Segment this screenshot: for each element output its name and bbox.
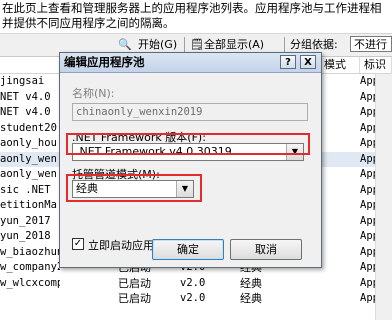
cell-name: jingsai <box>0 75 45 87</box>
edit-app-pool-dialog: 编辑应用程序池 ? X 名称(N): chinaonly_wenxin2019 … <box>59 52 322 268</box>
description-line-1: 在此页上查看和管理服务器上的应用程序池列表。应用程序池与工作进程相 <box>2 1 382 15</box>
autostart-checkbox[interactable]: ✓ <box>72 238 84 250</box>
binoculars-icon[interactable]: 🔍 <box>118 37 132 53</box>
cell-name: aonly_wen <box>0 168 57 180</box>
cell-status: 已启动 <box>118 292 151 305</box>
table-row[interactable]: w_wlcxcompany6已启动v2.0经典Applic <box>0 276 392 292</box>
cell-name: w_company2 <box>0 261 60 273</box>
table-row[interactable]: 已启动v2.0经典Applic <box>0 291 392 307</box>
description-line-2: 并提供不同应用程序之间的隔离。 <box>2 16 175 30</box>
cell-name: etitionMa <box>0 199 57 211</box>
column-header-mode[interactable]: 模式 <box>320 57 360 73</box>
cell-name: w_wlcxcompany6 <box>0 276 60 289</box>
show-all-button[interactable]: 🗒全部显示(A) <box>190 37 264 53</box>
close-button[interactable]: X <box>300 55 316 69</box>
help-button[interactable]: ? <box>280 55 296 69</box>
name-field: chinaonly_wenxin2019 <box>72 103 308 121</box>
toolbar-separator <box>284 37 285 53</box>
cell-name: w_biaozhun <box>0 245 60 258</box>
cell-name: NET v4.0 <box>0 106 51 118</box>
framework-highlight-box <box>66 133 310 155</box>
cancel-button[interactable]: 取消 <box>230 239 302 260</box>
dialog-titlebar: 编辑应用程序池 ? X <box>60 53 321 73</box>
name-label: 名称(N): <box>72 87 115 100</box>
start-filter-button[interactable]: 开始(G) <box>138 37 177 53</box>
group-by-label: 分组依据: <box>290 38 338 51</box>
toolbar-separator <box>184 37 185 53</box>
cell-version: v2.0 <box>180 292 206 304</box>
cell-name: aonly_hou <box>0 137 57 149</box>
cell-mode: 经典 <box>240 276 262 290</box>
cell-version: v2.0 <box>180 276 206 289</box>
ok-button[interactable]: 确定 <box>152 239 224 260</box>
show-all-label: 全部显示(A) <box>203 38 265 51</box>
page-description: 在此页上查看和管理服务器上的应用程序池列表。应用程序池与工作进程相 并提供不同应… <box>0 0 392 32</box>
cell-name: sic .NET <box>0 183 51 196</box>
pipeline-highlight-box <box>66 174 202 202</box>
cell-status: 已启动 <box>118 276 151 290</box>
cell-name: NET v4.0 <box>0 90 51 103</box>
show-all-icon: 🗒 <box>190 38 204 51</box>
dialog-title: 编辑应用程序池 <box>64 55 145 69</box>
cell-name: yun_2017 <box>0 214 51 227</box>
cell-name: yun_2018 <box>0 230 51 242</box>
cell-name: aonly_wen <box>0 152 57 165</box>
group-by-select[interactable]: 不进行 <box>350 36 392 52</box>
cell-mode: 经典 <box>240 292 262 305</box>
cell-name: student20 <box>0 121 57 134</box>
column-header-identity[interactable]: 标识 <box>360 57 392 73</box>
list-scrollbar[interactable] <box>375 74 392 320</box>
